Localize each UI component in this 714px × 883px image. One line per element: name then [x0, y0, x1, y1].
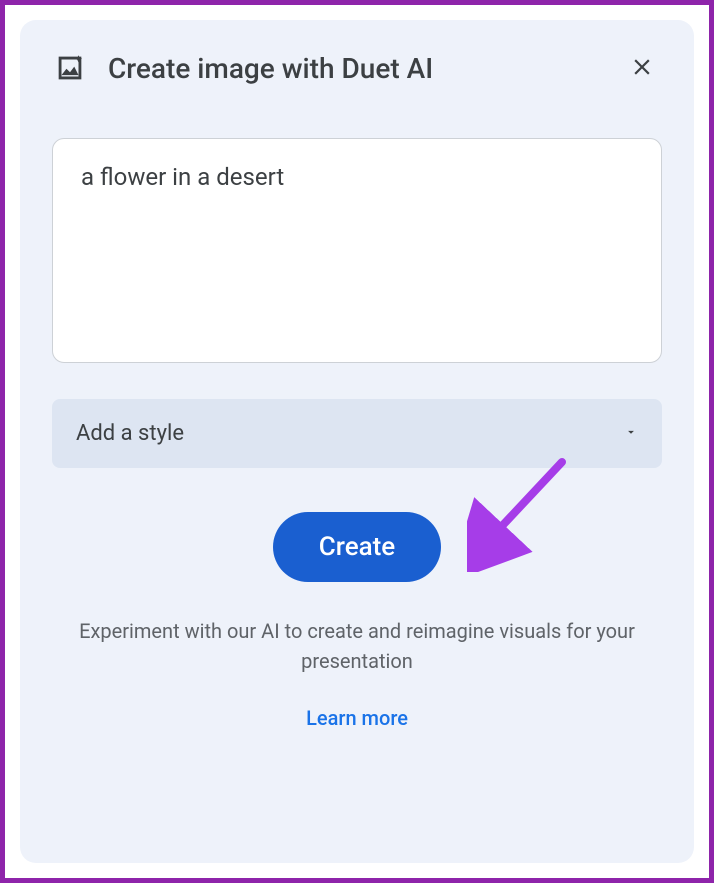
prompt-input-container[interactable] — [52, 138, 662, 363]
close-button[interactable] — [622, 48, 662, 88]
panel-title: Create image with Duet AI — [108, 52, 602, 85]
experiment-description: Experiment with our AI to create and rei… — [52, 616, 662, 676]
prompt-input[interactable] — [81, 163, 633, 219]
style-dropdown[interactable]: Add a style — [52, 399, 662, 468]
learn-more-link[interactable]: Learn more — [52, 706, 662, 730]
create-button-container: Create — [52, 512, 662, 582]
sparkle-image-icon — [52, 50, 88, 86]
duet-ai-panel: Create image with Duet AI Add a style — [20, 20, 694, 863]
panel-header: Create image with Duet AI — [52, 48, 662, 88]
create-button[interactable]: Create — [273, 512, 441, 582]
arrow-annotation — [467, 452, 587, 576]
style-dropdown-label: Add a style — [76, 421, 184, 446]
chevron-down-icon — [624, 424, 638, 443]
close-icon — [629, 54, 655, 83]
